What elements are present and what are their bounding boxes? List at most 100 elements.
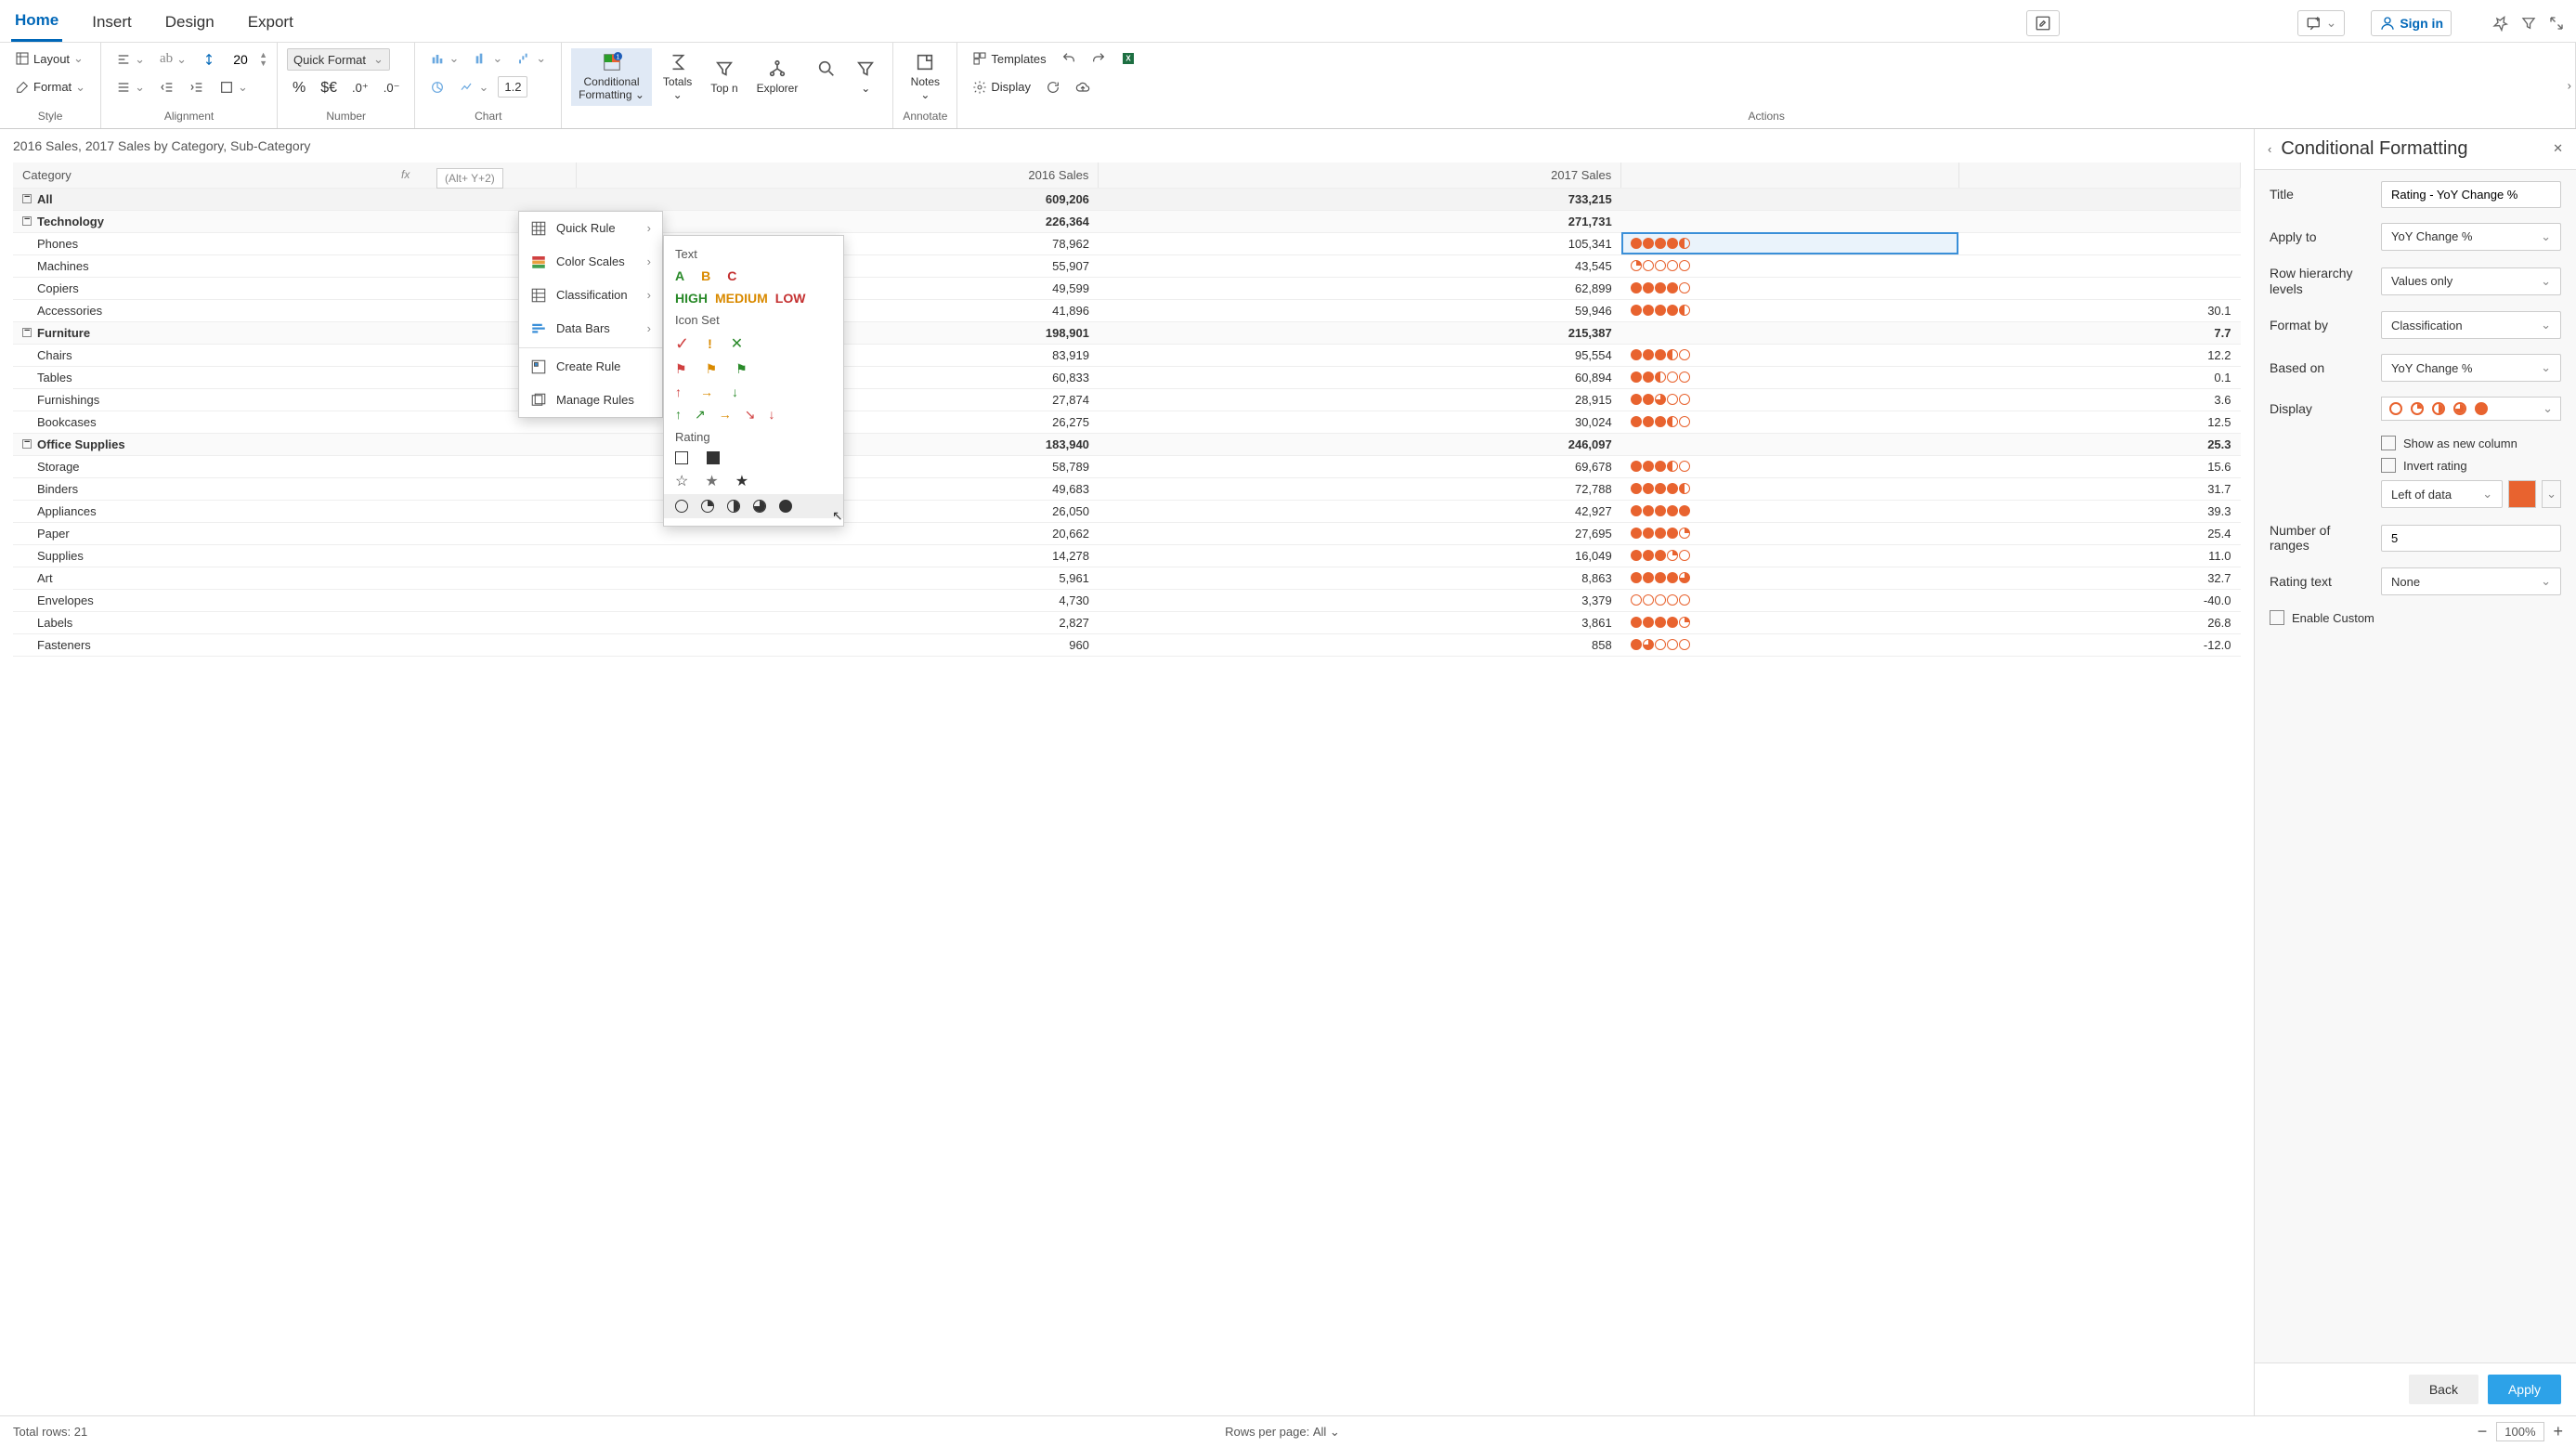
tab-insert[interactable]: Insert <box>88 6 136 41</box>
ribbon-overflow[interactable]: › <box>2564 74 2575 96</box>
table-row[interactable]: Bookcases26,27530,02412.5 <box>13 411 2241 433</box>
rpp-dropdown[interactable]: All ⌄ <box>1313 1425 1340 1440</box>
align-left-button[interactable]: ⌄ <box>111 49 150 70</box>
arrows-5-option[interactable]: ↑↗→↘↓ <box>675 403 832 426</box>
data-grid[interactable]: Category 2016 Sales 2017 Sales All609,20… <box>13 163 2241 657</box>
table-row[interactable]: Art5,9618,86332.7 <box>13 567 2241 589</box>
zoom-in[interactable]: + <box>2554 1422 2564 1441</box>
filter-icon[interactable] <box>2520 15 2537 32</box>
font-size-input[interactable] <box>226 52 255 67</box>
menu-manage-rules[interactable]: Manage Rules <box>519 384 662 417</box>
bar-chart-button[interactable]: ⌄ <box>424 48 464 69</box>
applyto-dropdown[interactable]: YoY Change %⌄ <box>2381 223 2561 251</box>
arrows-3-option[interactable]: ↑→↓ <box>675 381 832 403</box>
border-button[interactable]: ⌄ <box>214 77 254 98</box>
dec-decimal-button[interactable]: .0⁻ <box>378 78 406 98</box>
tab-design[interactable]: Design <box>162 6 218 41</box>
cloud-button[interactable] <box>1070 77 1096 98</box>
table-row[interactable]: Tables60,83360,8940.1 <box>13 366 2241 388</box>
explorer-button[interactable]: Explorer <box>749 55 806 98</box>
basedon-dropdown[interactable]: YoY Change %⌄ <box>2381 354 2561 382</box>
table-row[interactable]: Paper20,66227,69525.4 <box>13 522 2241 544</box>
line-height-button[interactable] <box>196 49 222 70</box>
table-row[interactable]: Binders49,68372,78831.7 <box>13 477 2241 500</box>
currency-button[interactable]: $€ <box>315 77 343 99</box>
col-rating[interactable] <box>1621 163 1959 189</box>
numranges-input[interactable] <box>2381 525 2561 552</box>
custom-checkbox[interactable]: Enable Custom <box>2270 610 2561 625</box>
signin-button[interactable]: Sign in <box>2371 10 2452 36</box>
table-row[interactable]: Copiers49,59962,899 <box>13 277 2241 299</box>
table-row[interactable]: Accessories41,89659,94630.1 <box>13 299 2241 321</box>
color-swatch[interactable] <box>2508 480 2536 508</box>
refresh-button[interactable] <box>1040 77 1066 98</box>
menu-data-bars[interactable]: Data Bars› <box>519 312 662 345</box>
chart-val-button[interactable]: 1.2 <box>498 76 527 98</box>
apply-button[interactable]: Apply <box>2488 1375 2561 1404</box>
menu-color-scales[interactable]: Color Scales› <box>519 245 662 279</box>
panel-close-icon[interactable]: ✕ <box>2553 141 2563 156</box>
table-row[interactable]: Office Supplies183,940246,09725.3 <box>13 433 2241 455</box>
flags-option[interactable]: ⚑⚑⚑ <box>675 358 832 381</box>
line-button[interactable]: ⌄ <box>454 77 494 98</box>
position-dropdown[interactable]: Left of data⌄ <box>2381 480 2503 508</box>
panel-back-icon[interactable]: ‹ <box>2268 142 2271 156</box>
table-row[interactable]: Technology226,364271,731 <box>13 210 2241 232</box>
menu-classification[interactable]: Classification› <box>519 279 662 312</box>
squares-option[interactable] <box>675 448 832 468</box>
table-row[interactable]: Labels2,8273,86126.8 <box>13 611 2241 633</box>
filter2-button[interactable]: ⌄ <box>848 55 883 98</box>
table-row[interactable]: Supplies14,27816,04911.0 <box>13 544 2241 567</box>
table-row[interactable]: All609,206733,215 <box>13 188 2241 210</box>
table-row[interactable]: Furniture198,901215,3877.7 <box>13 321 2241 344</box>
waterfall-button[interactable]: ⌄ <box>512 48 552 69</box>
indent-button[interactable] <box>184 77 210 98</box>
menu-create-rule[interactable]: Create Rule <box>519 350 662 384</box>
check-excl-x-option[interactable]: ✓!✕ <box>675 331 832 358</box>
search-button[interactable] <box>809 55 844 98</box>
newcol-checkbox[interactable]: Show as new column <box>2381 436 2561 450</box>
col-2017[interactable]: 2017 Sales <box>1099 163 1621 189</box>
totals-button[interactable]: Totals⌄ <box>656 48 699 106</box>
conditional-formatting-button[interactable]: 1 ConditionalFormatting ⌄ <box>571 48 652 106</box>
col-2016[interactable]: 2016 Sales <box>576 163 1099 189</box>
circles-option[interactable] <box>664 494 843 518</box>
title-input[interactable] <box>2381 181 2561 208</box>
text-hml-option[interactable]: HIGHMEDIUMLOW <box>675 287 832 309</box>
table-row[interactable]: Phones78,962105,341 <box>13 232 2241 254</box>
display-button[interactable]: Display <box>967 77 1036 98</box>
redo-button[interactable] <box>1086 48 1112 69</box>
pen-tool-button[interactable] <box>2026 10 2060 36</box>
ratingtext-dropdown[interactable]: None⌄ <box>2381 567 2561 595</box>
table-row[interactable]: Appliances26,05042,92739.3 <box>13 500 2241 522</box>
table-row[interactable]: Furnishings27,87428,9153.6 <box>13 388 2241 411</box>
tab-export[interactable]: Export <box>244 6 297 41</box>
format-button[interactable]: Format⌄ <box>9 77 91 98</box>
text-abc-option[interactable]: ABC <box>675 265 832 287</box>
invert-checkbox[interactable]: Invert rating <box>2381 458 2561 473</box>
zoom-value[interactable]: 100% <box>2496 1422 2543 1441</box>
expand-icon[interactable] <box>2548 15 2565 32</box>
quick-format-dropdown[interactable]: Quick Format⌄ <box>287 48 390 71</box>
color-dropdown[interactable]: ⌄ <box>2542 480 2561 508</box>
comment-add-button[interactable]: ⌄ <box>2297 10 2346 36</box>
table-row[interactable]: Chairs83,91995,55412.2 <box>13 344 2241 366</box>
table-row[interactable]: Fasteners960858-12.0 <box>13 633 2241 656</box>
pie-button[interactable] <box>424 77 450 98</box>
inc-decimal-button[interactable]: .0⁺ <box>346 78 374 98</box>
zoom-out[interactable]: − <box>2478 1422 2488 1441</box>
col-pct[interactable] <box>1958 163 2240 189</box>
undo-button[interactable] <box>1056 48 1082 69</box>
excel-button[interactable]: X <box>1115 48 1141 69</box>
templates-button[interactable]: Templates <box>967 48 1051 69</box>
percent-button[interactable]: % <box>287 77 311 99</box>
table-row[interactable]: Storage58,78969,67815.6 <box>13 455 2241 477</box>
back-button[interactable]: Back <box>2409 1375 2478 1404</box>
layout-button[interactable]: Layout⌄ <box>9 48 89 69</box>
formatby-dropdown[interactable]: Classification⌄ <box>2381 311 2561 339</box>
topn-button[interactable]: Top n <box>703 55 745 98</box>
text-style-button[interactable]: ab⌄ <box>154 48 192 70</box>
outdent-button[interactable] <box>154 77 180 98</box>
pin-icon[interactable] <box>2492 15 2509 32</box>
hierarchy-dropdown[interactable]: Values only⌄ <box>2381 267 2561 295</box>
